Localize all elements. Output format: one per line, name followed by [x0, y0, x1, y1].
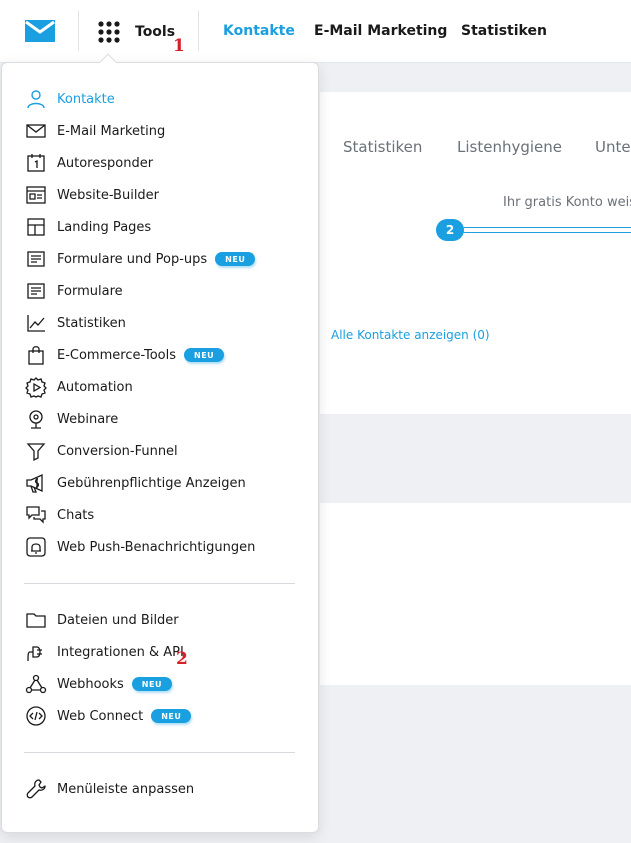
content-panel-lower [320, 503, 631, 685]
person-icon [25, 88, 47, 110]
website-icon [25, 184, 47, 206]
menu-item-formulare-popups[interactable]: Formulare und Pop-ups NEU [25, 247, 256, 271]
menu-item-ecommerce-tools[interactable]: E-Commerce-Tools NEU [25, 343, 225, 367]
menu-item-automation[interactable]: Automation [25, 375, 133, 399]
shopping-bag-icon [25, 344, 47, 366]
grid-icon [98, 21, 120, 43]
menu-item-autoresponder[interactable]: Autoresponder [25, 151, 153, 175]
menu-divider [24, 752, 295, 753]
chart-icon [25, 312, 47, 334]
menu-item-kontakte[interactable]: Kontakte [25, 87, 115, 111]
new-badge: NEU [215, 252, 256, 266]
nav-email-marketing[interactable]: E-Mail Marketing [314, 23, 447, 39]
chat-icon [25, 504, 47, 526]
progress-track [462, 227, 631, 233]
menu-item-anzeigen[interactable]: Gebührenpflichtige Anzeigen [25, 471, 246, 495]
folder-icon [25, 609, 47, 631]
tools-button[interactable]: Tools [97, 16, 175, 48]
menu-item-chats[interactable]: Chats [25, 503, 94, 527]
funnel-icon [25, 440, 47, 462]
menu-item-statistiken[interactable]: Statistiken [25, 311, 126, 335]
menu-item-conversion-funnel[interactable]: Conversion-Funnel [25, 439, 178, 463]
menu-item-landing-pages[interactable]: Landing Pages [25, 215, 151, 239]
webhook-icon [25, 673, 47, 695]
menu-divider [24, 583, 295, 584]
nav-kontakte[interactable]: Kontakte [223, 23, 295, 39]
menu-item-email-marketing[interactable]: E-Mail Marketing [25, 119, 165, 143]
top-bar: Tools Kontakte E-Mail Marketing Statisti… [0, 0, 631, 63]
calendar-icon [25, 152, 47, 174]
new-badge: NEU [151, 709, 192, 723]
new-badge: NEU [184, 348, 225, 362]
webcam-icon [25, 408, 47, 430]
menu-item-webinare[interactable]: Webinare [25, 407, 118, 431]
megaphone-icon [25, 472, 47, 494]
menu-item-web-push[interactable]: Web Push-Benachrichtigungen [25, 535, 255, 559]
form-icon [25, 248, 47, 270]
envelope-icon [25, 120, 47, 142]
plug-icon [25, 641, 47, 663]
step-badge: 2 [436, 219, 464, 241]
menu-item-integrationen-api[interactable]: Integrationen & API [25, 640, 184, 664]
form-icon [25, 280, 47, 302]
tab-statistiken[interactable]: Statistiken [343, 138, 422, 156]
code-icon [25, 705, 47, 727]
tools-label: Tools [135, 24, 176, 40]
layout-icon [25, 216, 47, 238]
tab-listenhygiene[interactable]: Listenhygiene [457, 138, 562, 156]
logo-icon[interactable] [23, 18, 57, 44]
show-all-contacts-link[interactable]: Alle Kontakte anzeigen (0) [331, 328, 490, 342]
menu-item-formulare[interactable]: Formulare [25, 279, 123, 303]
tab-unter[interactable]: Unter [595, 138, 631, 156]
menu-item-website-builder[interactable]: Website-Builder [25, 183, 159, 207]
divider [198, 11, 199, 51]
annotation-marker-2: 2 [176, 649, 188, 669]
menu-item-web-connect[interactable]: Web Connect NEU [25, 704, 192, 728]
menu-item-dateien-bilder[interactable]: Dateien und Bilder [25, 608, 179, 632]
menu-item-menueleiste-anpassen[interactable]: Menüleiste anpassen [25, 777, 194, 801]
wrench-icon [25, 778, 47, 800]
menu-item-webhooks[interactable]: Webhooks NEU [25, 672, 172, 696]
divider [78, 11, 79, 51]
new-badge: NEU [131, 677, 172, 691]
bell-icon [25, 536, 47, 558]
gear-play-icon [25, 376, 47, 398]
nav-statistiken[interactable]: Statistiken [461, 23, 547, 39]
account-notice: Ihr gratis Konto weis [503, 195, 631, 210]
annotation-marker-1: 1 [173, 36, 185, 56]
